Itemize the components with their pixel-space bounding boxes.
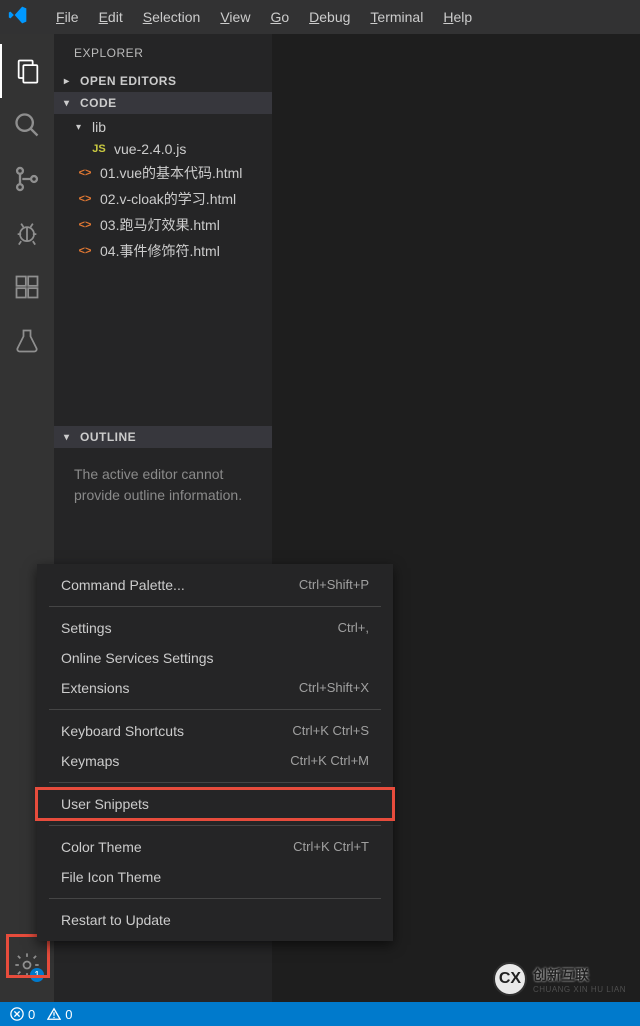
- menu-separator: [49, 898, 381, 899]
- ctx-item-label: Extensions: [61, 680, 129, 696]
- section-outline[interactable]: ▾ OUTLINE: [54, 426, 272, 448]
- html-icon: <>: [76, 167, 94, 179]
- activity-extensions[interactable]: [0, 260, 54, 314]
- menu-go[interactable]: Go: [260, 5, 299, 29]
- vscode-logo-icon: [8, 5, 46, 30]
- js-icon: JS: [90, 143, 108, 155]
- menu-view[interactable]: View: [210, 5, 260, 29]
- ctx-item-label: Settings: [61, 620, 112, 636]
- chevron-down-icon: ▾: [76, 122, 88, 133]
- file-item[interactable]: <> 04.事件修饰符.html: [54, 238, 272, 264]
- ctx-item-shortcut: Ctrl+K Ctrl+T: [293, 839, 369, 855]
- menu-debug[interactable]: Debug: [299, 5, 360, 29]
- update-badge: 1: [30, 968, 44, 982]
- sidebar-title: EXPLORER: [54, 34, 272, 70]
- menu-separator: [49, 606, 381, 607]
- ctx-color-theme[interactable]: Color Theme Ctrl+K Ctrl+T: [37, 832, 393, 862]
- ctx-item-shortcut: Ctrl+Shift+P: [299, 577, 369, 593]
- watermark-logo: CX 创新互联 CHUANG XIN HU LIAN: [493, 962, 626, 996]
- ctx-item-label: Keyboard Shortcuts: [61, 723, 184, 739]
- ctx-item-label: Keymaps: [61, 753, 119, 769]
- ctx-restart-to-update[interactable]: Restart to Update: [37, 905, 393, 935]
- html-icon: <>: [76, 219, 94, 231]
- menu-help[interactable]: Help: [433, 5, 482, 29]
- ctx-item-shortcut: Ctrl+K Ctrl+M: [290, 753, 369, 769]
- ctx-keymaps[interactable]: Keymaps Ctrl+K Ctrl+M: [37, 746, 393, 776]
- activity-search[interactable]: [0, 98, 54, 152]
- file-item[interactable]: <> 03.跑马灯效果.html: [54, 212, 272, 238]
- chevron-down-icon: ▾: [64, 98, 76, 109]
- status-warnings[interactable]: 0: [47, 1007, 72, 1022]
- chevron-down-icon: ▾: [64, 432, 76, 443]
- ctx-item-shortcut: Ctrl+Shift+X: [299, 680, 369, 696]
- activity-source-control[interactable]: [0, 152, 54, 206]
- ctx-item-shortcut: Ctrl+,: [338, 620, 369, 636]
- ctx-item-label: File Icon Theme: [61, 869, 161, 885]
- menu-file[interactable]: File: [46, 5, 89, 29]
- watermark-circle: CX: [493, 962, 527, 996]
- ctx-command-palette[interactable]: Command Palette... Ctrl+Shift+P: [37, 570, 393, 600]
- ctx-keyboard-shortcuts[interactable]: Keyboard Shortcuts Ctrl+K Ctrl+S: [37, 716, 393, 746]
- status-bar: 0 0: [0, 1002, 640, 1026]
- activity-explorer[interactable]: [0, 44, 54, 98]
- ctx-item-label: Restart to Update: [61, 912, 171, 928]
- html-icon: <>: [76, 193, 94, 205]
- ctx-online-services-settings[interactable]: Online Services Settings: [37, 643, 393, 673]
- ctx-settings[interactable]: Settings Ctrl+,: [37, 613, 393, 643]
- menu-terminal[interactable]: Terminal: [360, 5, 433, 29]
- ctx-item-shortcut: Ctrl+K Ctrl+S: [292, 723, 369, 739]
- file-item[interactable]: <> 01.vue的基本代码.html: [54, 160, 272, 186]
- ctx-item-label: User Snippets: [61, 796, 149, 812]
- activity-settings-gear[interactable]: 1: [0, 938, 54, 992]
- menu-separator: [49, 825, 381, 826]
- section-code[interactable]: ▾ CODE: [54, 92, 272, 114]
- settings-context-menu: Command Palette... Ctrl+Shift+P Settings Ct…: [37, 564, 393, 941]
- error-icon: [10, 1007, 24, 1021]
- file-tree: ▾ lib JS vue-2.4.0.js <> 01.vue的基本代码.htm…: [54, 114, 272, 266]
- chevron-right-icon: ▸: [64, 76, 76, 87]
- menu-separator: [49, 782, 381, 783]
- folder-lib[interactable]: ▾ lib: [54, 116, 272, 138]
- ctx-item-label: Color Theme: [61, 839, 142, 855]
- ctx-item-label: Command Palette...: [61, 577, 185, 593]
- warning-icon: [47, 1007, 61, 1021]
- file-item[interactable]: JS vue-2.4.0.js: [54, 138, 272, 160]
- ctx-file-icon-theme[interactable]: File Icon Theme: [37, 862, 393, 892]
- ctx-item-label: Online Services Settings: [61, 650, 214, 666]
- menu-selection[interactable]: Selection: [133, 5, 211, 29]
- status-errors[interactable]: 0: [10, 1007, 35, 1022]
- menu-edit[interactable]: Edit: [89, 5, 133, 29]
- activity-debug[interactable]: [0, 206, 54, 260]
- titlebar: FileEditSelectionViewGoDebugTerminalHelp: [0, 0, 640, 34]
- file-item[interactable]: <> 02.v-cloak的学习.html: [54, 186, 272, 212]
- menu-separator: [49, 709, 381, 710]
- ctx-user-snippets[interactable]: User Snippets: [37, 789, 393, 819]
- section-open-editors[interactable]: ▸ OPEN EDITORS: [54, 70, 272, 92]
- activity-test[interactable]: [0, 314, 54, 368]
- outline-empty-message: The active editor cannot provide outline…: [54, 448, 272, 522]
- html-icon: <>: [76, 245, 94, 257]
- ctx-extensions[interactable]: Extensions Ctrl+Shift+X: [37, 673, 393, 703]
- menu-bar: FileEditSelectionViewGoDebugTerminalHelp: [46, 5, 482, 29]
